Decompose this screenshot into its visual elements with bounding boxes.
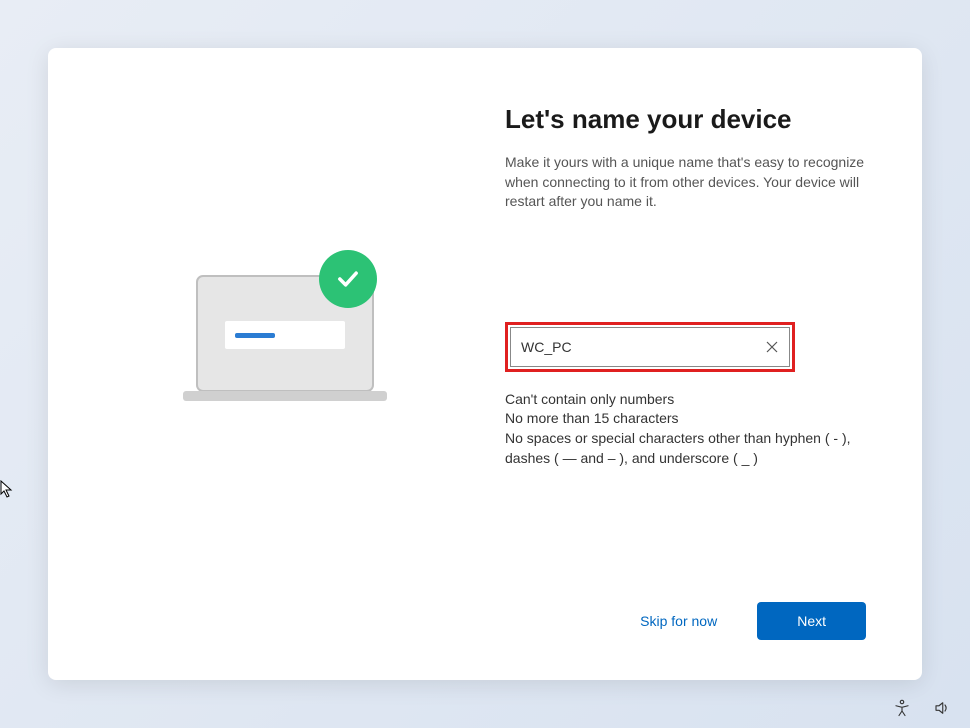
device-name-field-container [510,327,790,367]
setup-dialog: Let's name your device Make it yours wit… [48,48,922,680]
dialog-content: Let's name your device Make it yours wit… [104,104,866,582]
input-highlight-box [505,322,795,372]
clear-input-button[interactable] [765,340,779,354]
check-icon [334,265,362,293]
next-button[interactable]: Next [757,602,866,640]
accessibility-icon[interactable] [892,698,912,718]
laptop-illustration [175,266,395,421]
dialog-footer: Skip for now Next [104,582,866,640]
skip-button[interactable]: Skip for now [640,613,717,629]
device-name-input[interactable] [521,339,765,355]
input-hints: Can't contain only numbers No more than … [505,390,866,468]
checkmark-badge [319,250,377,308]
hint-line-1: Can't contain only numbers [505,390,866,410]
close-icon [766,341,778,353]
taskbar-tray [892,698,952,718]
page-subtitle: Make it yours with a unique name that's … [505,153,866,212]
mouse-cursor [0,480,16,496]
page-title: Let's name your device [505,104,866,135]
hint-line-2: No more than 15 characters [505,409,866,429]
volume-icon[interactable] [932,698,952,718]
form-pane: Let's name your device Make it yours wit… [505,104,866,582]
illustration-pane [104,104,465,582]
hint-line-3: No spaces or special characters other th… [505,429,866,468]
